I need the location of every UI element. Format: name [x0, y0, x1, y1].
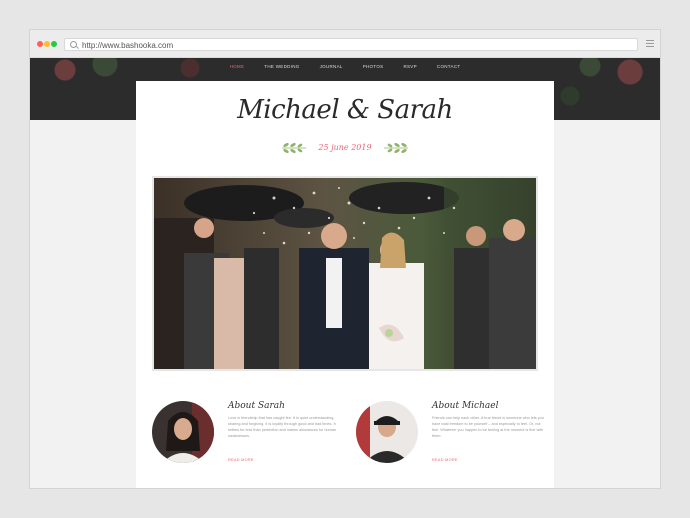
sarah-portrait-illustration: [152, 401, 214, 463]
address-bar[interactable]: http://www.bashooka.com: [64, 38, 638, 51]
wedding-date-row: 25 june 2019: [136, 139, 554, 157]
address-bar-url: http://www.bashooka.com: [82, 41, 174, 50]
michael-portrait-illustration: [356, 401, 418, 463]
about-sarah-text: Love is friendship that has caught fire.…: [228, 416, 337, 438]
left-leaf-branch-icon: [281, 142, 306, 153]
about-michael-read-more-link[interactable]: READ MORE: [432, 458, 458, 462]
nav-item-home[interactable]: HOME: [230, 64, 245, 69]
nav-item-photos[interactable]: PHOTOS: [363, 64, 384, 69]
michael-avatar: [356, 401, 418, 463]
about-michael-section: About Michael Friends can help each othe…: [356, 401, 556, 471]
close-window-icon[interactable]: [37, 41, 43, 47]
about-sarah-section: About Sarah Love is friendship that has …: [152, 401, 352, 471]
browser-window: http://www.bashooka.com HOME THE WEDDING…: [30, 30, 660, 488]
about-michael-title: About Michael: [432, 401, 499, 411]
browser-chrome: http://www.bashooka.com: [30, 30, 660, 58]
wedding-hero-photo: [152, 176, 538, 371]
wedding-site: HOME THE WEDDING JOURNAL PHOTOS RSVP CON…: [30, 58, 660, 488]
about-sarah-read-more-link[interactable]: READ MORE: [228, 458, 254, 462]
minimize-window-icon[interactable]: [44, 41, 50, 47]
sarah-avatar: [152, 401, 214, 463]
content-panel: Michael & Sarah 25 june 2019 About Sarah…: [136, 81, 554, 488]
right-leaf-branch-icon: [384, 142, 409, 153]
wedding-photo-illustration: [154, 178, 536, 369]
about-sarah-title: About Sarah: [228, 401, 285, 411]
couple-names: Michael & Sarah: [237, 95, 453, 125]
maximize-window-icon[interactable]: [51, 41, 57, 47]
nav-item-rsvp[interactable]: RSVP: [403, 64, 416, 69]
wedding-date: 25 june 2019: [318, 143, 372, 153]
hamburger-menu-icon[interactable]: [646, 40, 654, 47]
main-nav: HOME THE WEDDING JOURNAL PHOTOS RSVP CON…: [30, 64, 660, 69]
about-michael-text: Friends can help each other. A true frie…: [432, 416, 544, 438]
nav-item-the-wedding[interactable]: THE WEDDING: [264, 64, 299, 69]
nav-item-journal[interactable]: JOURNAL: [320, 64, 343, 69]
search-icon: [70, 41, 77, 48]
nav-item-contact[interactable]: CONTACT: [437, 64, 461, 69]
